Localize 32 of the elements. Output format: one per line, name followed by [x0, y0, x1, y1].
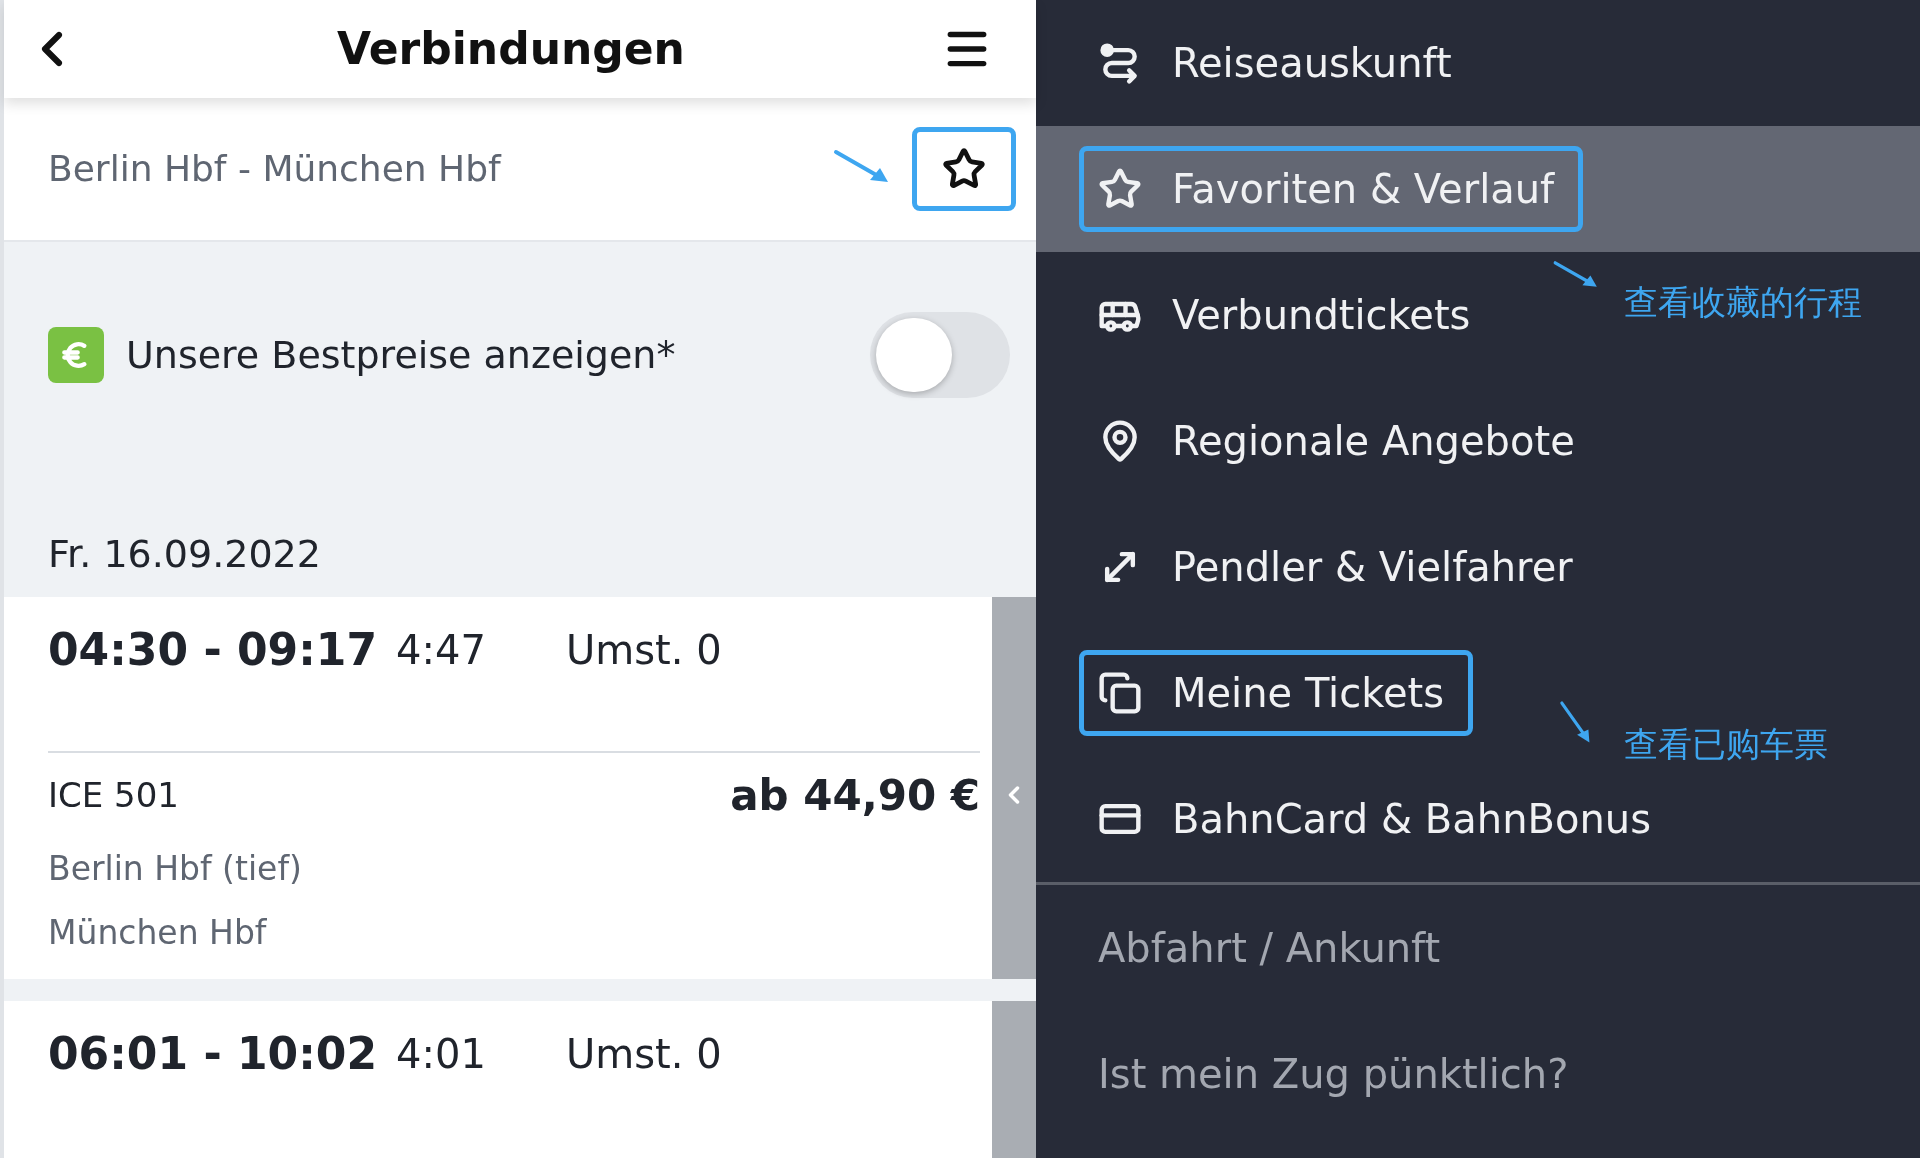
station-name: Berlin Hbf (tief)	[48, 848, 302, 891]
star-icon	[1098, 167, 1142, 211]
date-label: Fr. 16.09.2022	[48, 532, 321, 576]
train-number: ICE 501	[48, 773, 179, 817]
duration: 4:01	[396, 1030, 487, 1079]
menu-item-label[interactable]: Reiseauskunft	[1172, 33, 1452, 93]
annotation-note: 查看已购车票	[1624, 724, 1828, 764]
time-range: 06:01 - 10:02	[48, 1027, 378, 1081]
menu-item-label[interactable]: Favoriten & Verlauf	[1172, 159, 1555, 219]
connection-card[interactable]: 04:30 - 09:17 4:47 Umst. 0 ICE 501 ab 44,90 € Berlin Hbf (tief) München Hbf	[4, 597, 1036, 979]
euro-icon	[48, 327, 104, 383]
station-name: München Hbf	[48, 912, 267, 955]
menu-item-label[interactable]: Pendler & Vielfahrer	[1172, 537, 1573, 597]
duration: 4:47	[396, 626, 487, 675]
price-label: ab 44,90 €	[730, 769, 980, 822]
menu-item-label[interactable]: Ist mein Zug pünktlich?	[1098, 1044, 1569, 1104]
changes-count: Umst. 0	[566, 1030, 722, 1079]
changes-count: Umst. 0	[566, 626, 722, 675]
menu-item-label[interactable]: Regionale Angebote	[1172, 411, 1575, 471]
ticket-icon	[1098, 671, 1142, 715]
page-title: Verbindungen	[337, 22, 685, 76]
menu-item-label[interactable]: Abfahrt / Ankunft	[1098, 918, 1441, 978]
menu-item-label[interactable]: BahnCard & BahnBonus	[1172, 789, 1651, 849]
bestprice-label: Unsere Bestpreise anzeigen*	[126, 331, 676, 379]
menu-item-label[interactable]: Verbundtickets	[1172, 285, 1471, 345]
menu-item-label[interactable]: Meine Tickets	[1172, 663, 1445, 723]
annotation-note: 查看收藏的行程	[1624, 282, 1862, 322]
time-range: 04:30 - 09:17	[48, 623, 378, 677]
favorite-button[interactable]	[912, 127, 1016, 211]
route-label: Berlin Hbf - München Hbf	[48, 147, 501, 191]
star-icon	[942, 147, 986, 191]
connection-card[interactable]: 06:01 - 10:02 4:01 Umst. 0	[4, 1001, 1036, 1158]
